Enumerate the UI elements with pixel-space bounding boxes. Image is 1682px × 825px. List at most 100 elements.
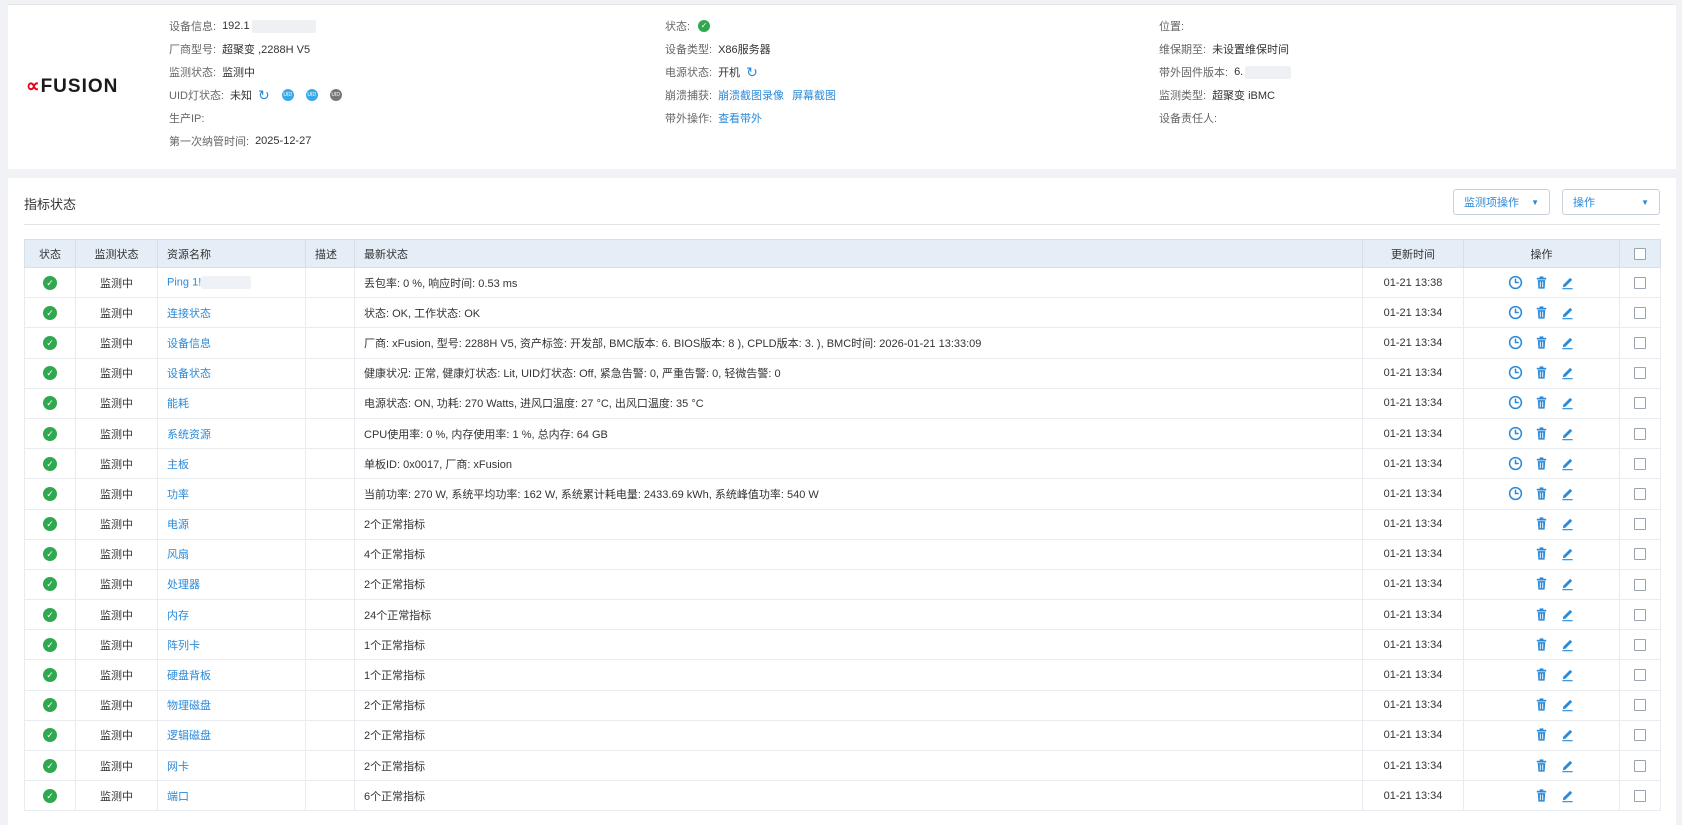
latest-status-cell: 状态: OK, 工作状态: OK: [354, 297, 1363, 329]
delete-trash-icon[interactable]: [1534, 486, 1550, 502]
edit-pencil-icon[interactable]: [1560, 275, 1576, 291]
row-checkbox[interactable]: [1634, 487, 1646, 500]
uid-off-icon[interactable]: UID: [329, 89, 342, 101]
edit-pencil-icon[interactable]: [1560, 607, 1576, 623]
resource-cell: 电源: [157, 508, 306, 540]
edit-pencil-icon[interactable]: [1560, 486, 1576, 502]
resource-link[interactable]: 逻辑磁盘: [167, 730, 211, 742]
row-checkbox[interactable]: [1634, 638, 1646, 651]
edit-pencil-icon[interactable]: [1560, 667, 1576, 683]
delete-trash-icon[interactable]: [1534, 275, 1550, 291]
history-clock-icon[interactable]: [1508, 335, 1524, 351]
delete-trash-icon[interactable]: [1534, 516, 1550, 532]
monitor-status-cell: 监测中: [75, 659, 158, 691]
row-checkbox[interactable]: [1634, 759, 1646, 772]
history-clock-icon[interactable]: [1508, 365, 1524, 381]
edit-pencil-icon[interactable]: [1560, 788, 1576, 804]
resource-link[interactable]: 网卡: [167, 761, 189, 773]
uid-on-icon[interactable]: UID: [281, 89, 294, 101]
delete-trash-icon[interactable]: [1534, 576, 1550, 592]
status-cell: ✓: [24, 357, 76, 389]
resource-link[interactable]: 能耗: [167, 398, 189, 410]
resource-link[interactable]: 硬盘背板: [167, 670, 211, 682]
delete-trash-icon[interactable]: [1534, 305, 1550, 321]
edit-pencil-icon[interactable]: [1560, 365, 1576, 381]
row-checkbox[interactable]: [1634, 367, 1646, 380]
edit-pencil-icon[interactable]: [1560, 697, 1576, 713]
delete-trash-icon[interactable]: [1534, 335, 1550, 351]
screenshot-link[interactable]: 屏幕截图: [792, 87, 836, 103]
table-row: ✓ 监测中 能耗 电源状态: ON, 功耗: 270 Watts, 进风口温度: 27…: [24, 387, 1661, 419]
row-checkbox[interactable]: [1634, 789, 1646, 802]
history-clock-icon[interactable]: [1508, 395, 1524, 411]
resource-link[interactable]: Ping 1!: [167, 277, 201, 289]
edit-pencil-icon[interactable]: [1560, 305, 1576, 321]
resource-link[interactable]: 端口: [167, 791, 189, 803]
ops-dropdown[interactable]: 操作 ▼: [1562, 189, 1660, 215]
row-checkbox[interactable]: [1634, 306, 1646, 319]
delete-trash-icon[interactable]: [1534, 395, 1550, 411]
history-clock-icon[interactable]: [1508, 456, 1524, 472]
edit-pencil-icon[interactable]: [1560, 576, 1576, 592]
edit-pencil-icon[interactable]: [1560, 637, 1576, 653]
edit-pencil-icon[interactable]: [1560, 546, 1576, 562]
delete-trash-icon[interactable]: [1534, 546, 1550, 562]
history-clock-icon[interactable]: [1508, 486, 1524, 502]
crash-video-link[interactable]: 崩溃截图录像: [718, 87, 784, 103]
history-clock-icon[interactable]: [1508, 275, 1524, 291]
row-checkbox[interactable]: [1634, 729, 1646, 742]
resource-link[interactable]: 内存: [167, 610, 189, 622]
row-checkbox[interactable]: [1634, 397, 1646, 410]
ops-cell: [1463, 719, 1620, 752]
edit-pencil-icon[interactable]: [1560, 456, 1576, 472]
col-resource: 资源名称: [157, 239, 306, 268]
uid-refresh-icon[interactable]: ↻: [258, 88, 270, 102]
resource-link[interactable]: 系统资源: [167, 429, 211, 441]
resource-link[interactable]: 连接状态: [167, 308, 211, 320]
row-checkbox[interactable]: [1634, 608, 1646, 621]
edit-pencil-icon[interactable]: [1560, 758, 1576, 774]
delete-trash-icon[interactable]: [1534, 637, 1550, 653]
row-checkbox[interactable]: [1634, 699, 1646, 712]
delete-trash-icon[interactable]: [1534, 788, 1550, 804]
monitor-status-cell: 监测中: [75, 327, 158, 359]
uid-blink-icon[interactable]: UID: [305, 89, 318, 101]
edit-pencil-icon[interactable]: [1560, 335, 1576, 351]
resource-link[interactable]: 阵列卡: [167, 640, 200, 652]
resource-link[interactable]: 风扇: [167, 549, 189, 561]
delete-trash-icon[interactable]: [1534, 365, 1550, 381]
edit-pencil-icon[interactable]: [1560, 426, 1576, 442]
row-checkbox[interactable]: [1634, 337, 1646, 350]
delete-trash-icon[interactable]: [1534, 607, 1550, 623]
row-checkbox[interactable]: [1634, 518, 1646, 531]
row-checkbox[interactable]: [1634, 669, 1646, 682]
history-clock-icon[interactable]: [1508, 305, 1524, 321]
row-checkbox[interactable]: [1634, 578, 1646, 591]
resource-link[interactable]: 功率: [167, 489, 189, 501]
delete-trash-icon[interactable]: [1534, 758, 1550, 774]
resource-link[interactable]: 物理磁盘: [167, 700, 211, 712]
edit-pencil-icon[interactable]: [1560, 516, 1576, 532]
history-clock-icon[interactable]: [1508, 426, 1524, 442]
row-checkbox[interactable]: [1634, 457, 1646, 470]
resource-link[interactable]: 设备状态: [167, 368, 211, 380]
row-checkbox[interactable]: [1634, 276, 1646, 289]
resource-link[interactable]: 设备信息: [167, 338, 211, 350]
delete-trash-icon[interactable]: [1534, 727, 1550, 743]
row-checkbox[interactable]: [1634, 427, 1646, 440]
edit-pencil-icon[interactable]: [1560, 727, 1576, 743]
delete-trash-icon[interactable]: [1534, 456, 1550, 472]
edit-pencil-icon[interactable]: [1560, 395, 1576, 411]
view-oob-link[interactable]: 查看带外: [718, 110, 762, 126]
monitor-ops-dropdown[interactable]: 监测项操作 ▼: [1453, 189, 1550, 215]
resource-link[interactable]: 处理器: [167, 579, 200, 591]
delete-trash-icon[interactable]: [1534, 667, 1550, 683]
row-checkbox[interactable]: [1634, 548, 1646, 561]
power-refresh-icon[interactable]: ↻: [746, 65, 758, 79]
crash-capture-row: 崩溃捕获: 崩溃截图录像 屏幕截图: [665, 88, 836, 102]
select-all-checkbox[interactable]: [1634, 247, 1646, 260]
delete-trash-icon[interactable]: [1534, 697, 1550, 713]
delete-trash-icon[interactable]: [1534, 426, 1550, 442]
resource-link[interactable]: 电源: [167, 519, 189, 531]
resource-link[interactable]: 主板: [167, 459, 189, 471]
